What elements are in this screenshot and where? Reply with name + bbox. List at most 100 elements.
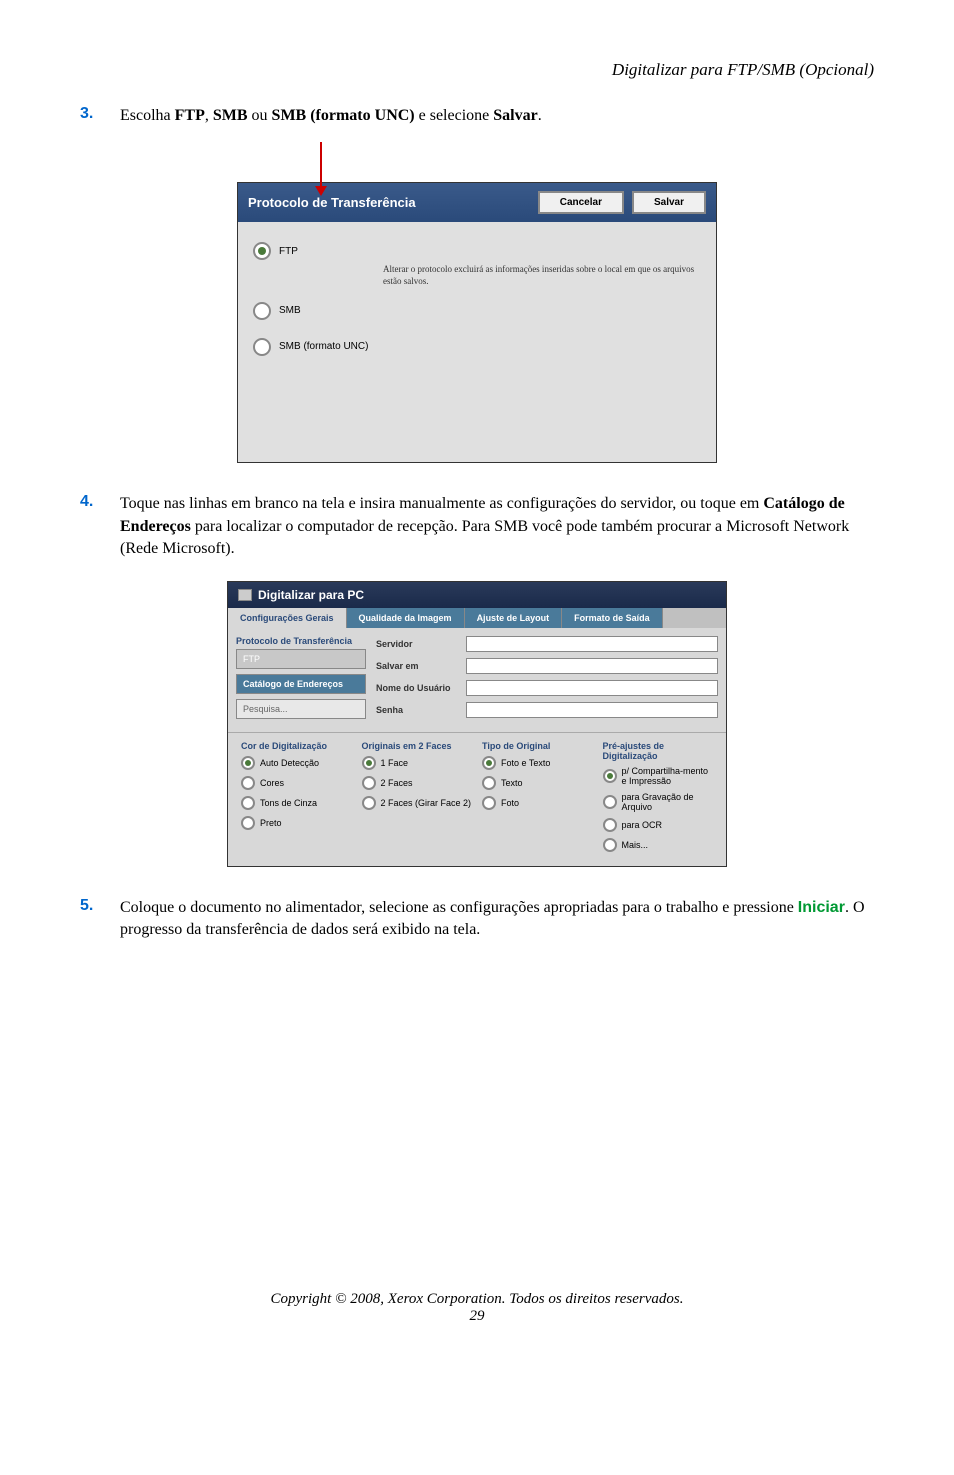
- step-number: 3.: [80, 105, 120, 127]
- opt-foto-texto[interactable]: Foto e Texto: [482, 756, 593, 770]
- start-label: Iniciar: [798, 899, 845, 916]
- opt-record[interactable]: para Gravação de Arquivo: [603, 792, 714, 812]
- radio-label: SMB (formato UNC): [279, 341, 368, 352]
- radio-icon: [241, 756, 255, 770]
- dialog-buttons: Cancelar Salvar: [538, 191, 706, 214]
- t: SMB: [213, 107, 248, 124]
- opt-auto[interactable]: Auto Detecção: [241, 756, 352, 770]
- label: Preto: [260, 818, 282, 828]
- t: e selecione: [415, 107, 494, 124]
- label: para Gravação de Arquivo: [622, 792, 714, 812]
- label: 2 Faces: [381, 778, 413, 788]
- radio-icon: [241, 816, 255, 830]
- t: Escolha: [120, 107, 175, 124]
- t: Salvar: [493, 107, 537, 124]
- col-presets: Pré-ajustes de Digitalização p/ Comparti…: [598, 741, 719, 858]
- save-button[interactable]: Salvar: [632, 191, 706, 214]
- radio-icon: [482, 776, 496, 790]
- step-number: 4.: [80, 493, 120, 560]
- radio-icon: [603, 795, 617, 809]
- label: Foto: [501, 798, 519, 808]
- t: FTP: [175, 107, 205, 124]
- password-input[interactable]: [466, 702, 718, 718]
- label: Servidor: [376, 639, 466, 649]
- step-text: Toque nas linhas em branco na tela e ins…: [120, 493, 874, 560]
- opt-preto[interactable]: Preto: [241, 816, 352, 830]
- radio-icon: [241, 776, 255, 790]
- step-5: 5. Coloque o documento no alimentador, s…: [80, 897, 874, 942]
- server-input[interactable]: [466, 636, 718, 652]
- opt-cores[interactable]: Cores: [241, 776, 352, 790]
- step-text: Escolha FTP, SMB ou SMB (formato UNC) e …: [120, 105, 542, 127]
- radio-icon: [603, 838, 617, 852]
- label: Auto Detecção: [260, 758, 319, 768]
- opt-ocr[interactable]: para OCR: [603, 818, 714, 832]
- label: Senha: [376, 705, 466, 715]
- label: Tons de Cinza: [260, 798, 317, 808]
- t: para localizar o computador de recepção.…: [120, 518, 849, 557]
- opt-1face[interactable]: 1 Face: [362, 756, 473, 770]
- opt-texto[interactable]: Texto: [482, 776, 593, 790]
- tab-layout[interactable]: Ajuste de Layout: [465, 608, 563, 628]
- tab-quality[interactable]: Qualidade da Imagem: [347, 608, 465, 628]
- app-icon: [238, 589, 252, 601]
- dialog-titlebar: Protocolo de Transferência Cancelar Salv…: [238, 183, 716, 222]
- radio-icon: [253, 338, 271, 356]
- label: Salvar em: [376, 661, 466, 671]
- radio-icon: [362, 776, 376, 790]
- radio-label: FTP: [279, 246, 298, 257]
- field-server: Servidor: [376, 636, 718, 652]
- step-4: 4. Toque nas linhas em branco na tela e …: [80, 493, 874, 560]
- col-title: Pré-ajustes de Digitalização: [603, 741, 714, 761]
- t: Toque nas linhas em branco na tela e ins…: [120, 495, 763, 512]
- left-panel: Protocolo de Transferência FTP Catálogo …: [236, 636, 366, 724]
- col-title: Cor de Digitalização: [241, 741, 352, 751]
- dialog-titlebar: Digitalizar para PC: [228, 582, 726, 608]
- t: ou: [248, 107, 272, 124]
- col-title: Originais em 2 Faces: [362, 741, 473, 751]
- t: .: [538, 107, 542, 124]
- radio-icon: [482, 796, 496, 810]
- label: para OCR: [622, 820, 663, 830]
- save-in-input[interactable]: [466, 658, 718, 674]
- tab-output[interactable]: Formato de Saída: [562, 608, 663, 628]
- address-book-button[interactable]: Catálogo de Endereços: [236, 674, 366, 694]
- field-password: Senha: [376, 702, 718, 718]
- radio-icon: [603, 769, 617, 783]
- username-input[interactable]: [466, 680, 718, 696]
- opt-cinza[interactable]: Tons de Cinza: [241, 796, 352, 810]
- col-faces: Originais em 2 Faces 1 Face 2 Faces 2 Fa…: [357, 741, 478, 858]
- radio-smb-unc[interactable]: SMB (formato UNC): [253, 338, 701, 356]
- ftp-box[interactable]: FTP: [236, 649, 366, 669]
- step-text: Coloque o documento no alimentador, sele…: [120, 897, 874, 942]
- radio-icon: [362, 756, 376, 770]
- t: Coloque o documento no alimentador, sele…: [120, 899, 798, 916]
- protocol-label: Protocolo de Transferência: [236, 636, 366, 646]
- opt-share[interactable]: p/ Compartilha-mento e Impressão: [603, 766, 714, 786]
- radio-ftp[interactable]: FTP: [253, 242, 701, 260]
- opt-2faces[interactable]: 2 Faces: [362, 776, 473, 790]
- label: Nome do Usuário: [376, 683, 466, 693]
- opt-2faces-rot[interactable]: 2 Faces (Girar Face 2): [362, 796, 473, 810]
- radio-icon: [253, 242, 271, 260]
- tab-general[interactable]: Configurações Gerais: [228, 608, 347, 628]
- options-row: Cor de Digitalização Auto Detecção Cores…: [228, 732, 726, 866]
- opt-more[interactable]: Mais...: [603, 838, 714, 852]
- label: Cores: [260, 778, 284, 788]
- arrow-head-icon: [315, 186, 327, 196]
- copyright-footer: Copyright © 2008, Xerox Corporation. Tod…: [80, 1291, 874, 1308]
- opt-foto[interactable]: Foto: [482, 796, 593, 810]
- step-number: 5.: [80, 897, 120, 942]
- col-type: Tipo de Original Foto e Texto Texto Foto: [477, 741, 598, 858]
- arrow-line: [320, 142, 322, 192]
- page-number: 29: [80, 1308, 874, 1325]
- cancel-button[interactable]: Cancelar: [538, 191, 624, 214]
- radio-icon: [253, 302, 271, 320]
- radio-smb[interactable]: SMB: [253, 302, 701, 320]
- dialog-body: Protocolo de Transferência FTP Catálogo …: [228, 628, 726, 732]
- search-button[interactable]: Pesquisa...: [236, 699, 366, 719]
- section-header: Digitalizar para FTP/SMB (Opcional): [80, 60, 874, 80]
- step-3: 3. Escolha FTP, SMB ou SMB (formato UNC)…: [80, 105, 874, 127]
- radio-icon: [603, 818, 617, 832]
- tabs: Configurações Gerais Qualidade da Imagem…: [228, 608, 726, 628]
